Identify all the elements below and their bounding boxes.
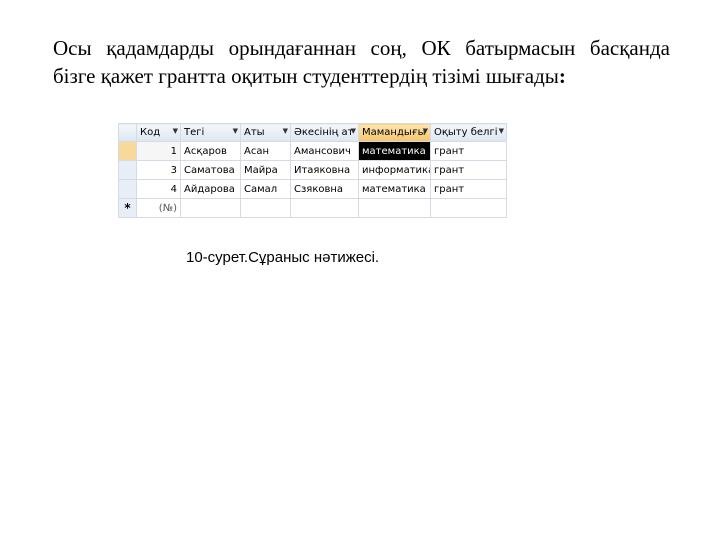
table-cell[interactable]: (№) [136,198,181,218]
figure-caption: 10-сурет.Сұраныс нәтижесі. [186,249,380,266]
paragraph-line-1: Осы қадамдарды орындағаннан соң, ОК баты… [53,36,670,60]
table-cell[interactable]: грант [430,179,507,199]
table-cell[interactable]: Сзяковна [290,179,359,199]
chevron-down-icon[interactable]: ▼ [173,127,178,135]
table-cell[interactable]: 4 [136,179,181,199]
new-record-selector[interactable]: * [118,198,137,218]
select-all-corner[interactable] [118,123,137,142]
column-header-kod[interactable]: Код ▼ [136,123,181,142]
column-header-label: Аты [244,127,265,138]
table-cell[interactable]: Саматова [180,160,241,180]
row-selector[interactable] [118,141,137,161]
column-header-label: Мамандығы [362,127,426,138]
column-header-label: Тегі [184,127,205,138]
table-cell[interactable] [290,198,359,218]
chevron-down-icon[interactable]: ▼ [283,127,288,135]
new-record-asterisk-icon: * [124,201,131,215]
column-header-label: Код [140,127,161,138]
header-row: Код ▼ Тегі ▼ Аты ▼ Әкесінің ат ▼ Мамандығы ▼ … [118,123,507,142]
table-cell[interactable]: грант [430,160,507,180]
column-header-mamandygy[interactable]: Мамандығы ▼ [358,123,431,142]
table-cell[interactable]: Асан [240,141,291,161]
filter-icon[interactable]: ▼ [499,127,504,135]
filter-icon[interactable]: ▼ [423,127,428,135]
table-cell[interactable] [358,198,431,218]
row-selector[interactable] [118,179,137,199]
table-row: 3 Саматова Майра Итаяковна информатика г… [118,160,507,180]
table-row: 4 Айдарова Самал Сзяковна математика гра… [118,179,507,199]
table-cell[interactable]: Асқаров [180,141,241,161]
table-cell[interactable] [430,198,507,218]
table-cell[interactable]: Итаяковна [290,160,359,180]
column-header-label: Әкесінің ат [294,127,354,138]
table-cell[interactable]: математика [358,179,431,199]
new-record-row: * (№) [118,198,507,218]
table-cell[interactable] [240,198,291,218]
table-cell[interactable]: грант [430,141,507,161]
table-cell[interactable]: Айдарова [180,179,241,199]
chevron-down-icon[interactable]: ▼ [351,127,356,135]
table-row: 1 Асқаров Асан Амансович математика гран… [118,141,507,161]
table-cell[interactable]: 1 [136,141,181,161]
datasheet-table: Код ▼ Тегі ▼ Аты ▼ Әкесінің ат ▼ Мамандығы ▼ … [118,123,507,218]
paragraph-line-2-text: бізге қажет грантта оқитын студенттердің… [53,64,559,88]
column-header-akesinin-aty[interactable]: Әкесінің ат ▼ [290,123,359,142]
table-cell[interactable]: Самал [240,179,291,199]
table-cell[interactable]: информатика [358,160,431,180]
paragraph-line-2: бізге қажет грантта оқитын студенттердің… [53,62,670,90]
column-header-aty[interactable]: Аты ▼ [240,123,291,142]
table-cell-selected[interactable]: математика [358,141,431,161]
query-result-datasheet: Код ▼ Тегі ▼ Аты ▼ Әкесінің ат ▼ Мамандығы ▼ … [118,123,507,218]
column-header-tegi[interactable]: Тегі ▼ [180,123,241,142]
table-cell[interactable] [180,198,241,218]
paragraph-line-2-colon: : [558,64,566,88]
body-paragraph: Осы қадамдарды орындағаннан соң, ОК баты… [53,34,670,90]
column-header-oqytu-belgisi[interactable]: Оқыту белгі ▼ [430,123,507,142]
column-header-label: Оқыту белгі [434,127,498,138]
row-selector[interactable] [118,160,137,180]
table-cell[interactable]: 3 [136,160,181,180]
chevron-down-icon[interactable]: ▼ [233,127,238,135]
table-cell[interactable]: Амансович [290,141,359,161]
table-cell[interactable]: Майра [240,160,291,180]
